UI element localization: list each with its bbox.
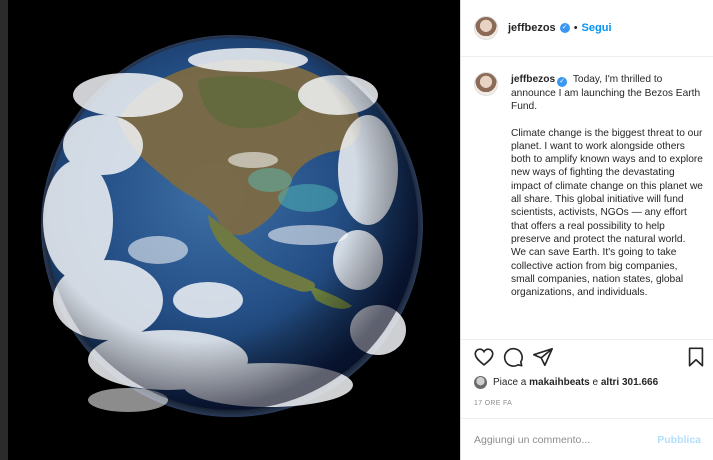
verified-badge-icon: ✓	[559, 23, 570, 33]
likes-prefix: Piace a	[493, 377, 527, 388]
post-username[interactable]: jeffbezos	[508, 22, 556, 34]
caption-avatar[interactable]	[474, 72, 498, 96]
post-sidebar: jeffbezos ✓ • Segui jeffbezos ✓ Today, I'…	[460, 0, 713, 460]
likes-others-link[interactable]: altri 301.666	[601, 377, 658, 388]
follow-button[interactable]: Segui	[582, 22, 612, 34]
comment-form: Pubblica	[461, 418, 713, 460]
post-header: jeffbezos ✓ • Segui	[461, 0, 713, 57]
caption-section: jeffbezos ✓ Today, I'm thrilled to announ…	[461, 58, 713, 340]
likes-middle: e	[592, 377, 599, 388]
post-image[interactable]	[8, 0, 460, 460]
liker-username[interactable]: makaihbeats	[529, 377, 590, 388]
bookmark-icon	[688, 347, 704, 367]
caption-text: jeffbezos ✓ Today, I'm thrilled to announ…	[511, 73, 703, 312]
post-timestamp[interactable]: 17 ORE FA	[474, 400, 512, 407]
verified-badge-icon: ✓	[557, 77, 568, 87]
comment-icon	[503, 347, 523, 367]
earth-image	[8, 0, 460, 460]
caption-username[interactable]: jeffbezos	[511, 74, 555, 85]
background-strip	[0, 0, 8, 460]
share-button[interactable]	[532, 346, 554, 368]
profile-avatar[interactable]	[474, 16, 498, 40]
header-separator: •	[573, 22, 578, 34]
comment-input[interactable]	[474, 433, 658, 446]
heart-icon	[474, 348, 494, 366]
liker-avatar[interactable]	[474, 376, 487, 389]
publish-button[interactable]: Pubblica	[657, 434, 701, 446]
action-bar	[461, 346, 713, 370]
like-button[interactable]	[473, 346, 495, 368]
caption-paragraph-2: Climate change is the biggest threat to …	[511, 127, 703, 299]
save-button[interactable]	[685, 346, 707, 368]
likes-summary: Piace a makaihbeats e altri 301.666	[474, 376, 658, 389]
paper-plane-icon	[533, 347, 553, 367]
comment-button[interactable]	[502, 346, 524, 368]
